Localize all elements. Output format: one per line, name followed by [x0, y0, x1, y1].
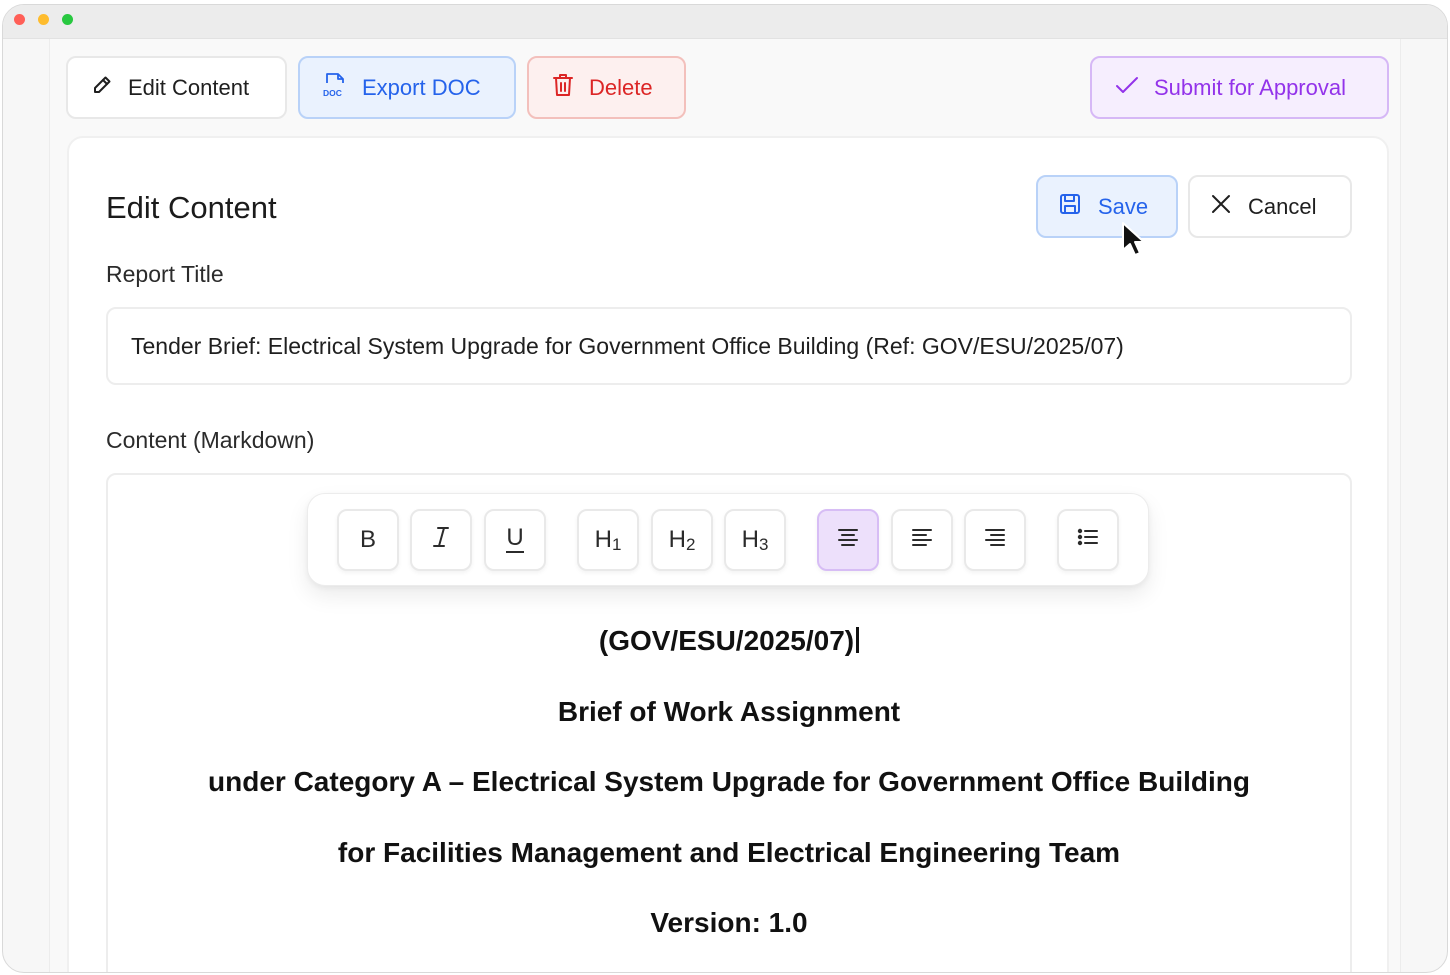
mouse-pointer-icon	[1121, 221, 1147, 264]
markdown-editor[interactable]: B U H 1 H 2 H 3 (GOV/ESU/2025/07) Brief …	[106, 473, 1352, 972]
doc-reference-line: (GOV/ESU/2025/07)	[108, 625, 1350, 657]
export-doc-label: Export DOC	[362, 74, 481, 100]
italic-icon	[430, 525, 452, 556]
save-floppy-icon	[1058, 192, 1082, 222]
window-titlebar	[3, 5, 1447, 39]
bullet-list-button[interactable]	[1057, 509, 1119, 571]
edit-content-label: Edit Content	[128, 74, 250, 100]
check-icon	[1114, 74, 1140, 102]
bullet-list-icon	[1076, 526, 1100, 554]
close-icon	[1210, 193, 1232, 221]
heading-3-button[interactable]: H3	[724, 509, 786, 571]
edit-content-panel: Edit Content Save Cancel Report Title Te…	[67, 136, 1389, 972]
format-toolbar: B U H 1 H 2 H 3	[307, 493, 1149, 586]
italic-button[interactable]	[410, 509, 472, 571]
delete-button[interactable]: Delete	[527, 56, 686, 119]
heading-2-button[interactable]: H2	[651, 509, 713, 571]
doc-heading-line: Brief of Work Assignment	[557, 696, 901, 727]
export-doc-button[interactable]: DOC Export DOC	[298, 56, 516, 119]
heading-1-button[interactable]: H1	[577, 509, 639, 571]
doc-file-icon: DOC	[322, 71, 348, 105]
minimize-window-icon[interactable]	[38, 14, 49, 25]
align-center-icon	[836, 526, 860, 554]
save-button[interactable]: Save	[1036, 175, 1178, 238]
close-window-icon[interactable]	[14, 14, 25, 25]
heading-1-number: 1	[611, 535, 622, 554]
align-right-button[interactable]	[964, 509, 1026, 571]
heading-1-letter: H	[594, 526, 612, 553]
heading-3-letter: H	[741, 526, 759, 553]
underline-button[interactable]: U	[484, 509, 546, 571]
bold-button[interactable]: B	[337, 509, 399, 571]
align-right-icon	[983, 526, 1007, 554]
submit-for-approval-button[interactable]: Submit for Approval	[1090, 56, 1389, 119]
app-content: Edit Content DOC Export DOC Delete Submi…	[49, 39, 1401, 972]
underline-icon: U	[506, 524, 524, 553]
align-left-icon	[910, 526, 934, 554]
bold-icon: B	[359, 526, 376, 553]
panel-title: Edit Content	[106, 190, 277, 225]
align-center-button[interactable]	[817, 509, 879, 571]
doc-category-line: under Category A – Electrical System Upg…	[208, 766, 1250, 797]
heading-2-number: 2	[685, 535, 696, 554]
underline-letter: U	[506, 524, 524, 551]
doc-version-line: Version: 1.0	[650, 907, 808, 938]
trash-icon	[551, 72, 575, 104]
maximize-window-icon[interactable]	[62, 14, 73, 25]
submit-for-approval-label: Submit for Approval	[1154, 74, 1346, 100]
edit-content-button[interactable]: Edit Content	[66, 56, 287, 119]
content-markdown-label: Content (Markdown)	[106, 427, 315, 453]
heading-2-letter: H	[668, 526, 686, 553]
save-label: Save	[1098, 193, 1149, 219]
report-title-label: Report Title	[106, 261, 224, 287]
svg-text:DOC: DOC	[323, 88, 342, 98]
cancel-button[interactable]: Cancel	[1188, 175, 1352, 238]
align-left-button[interactable]	[891, 509, 953, 571]
text-caret	[856, 627, 860, 653]
heading-3-number: 3	[758, 535, 769, 554]
report-title-input[interactable]: Tender Brief: Electrical System Upgrade …	[106, 307, 1352, 385]
delete-label: Delete	[589, 74, 653, 100]
doc-reference-text: (GOV/ESU/2025/07)	[598, 625, 855, 656]
pencil-icon	[90, 73, 114, 103]
app-window: Edit Content DOC Export DOC Delete Submi…	[2, 4, 1448, 973]
doc-team-line: for Facilities Management and Electrical…	[337, 837, 1121, 868]
cancel-label: Cancel	[1248, 193, 1317, 219]
